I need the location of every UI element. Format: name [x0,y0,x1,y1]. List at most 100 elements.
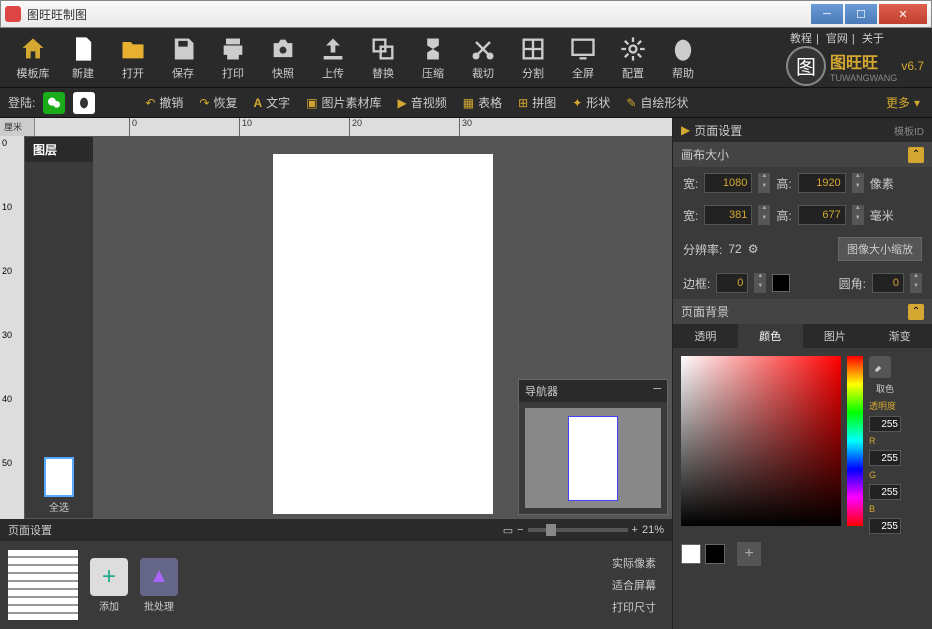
height-px-spinner[interactable]: ▲▼ [852,173,864,193]
shape-button[interactable]: ✦形状 [568,94,614,111]
draw-shape-button[interactable]: ✎自绘形状 [622,94,692,111]
redo-button[interactable]: ↷恢复 [195,94,241,111]
fit-screen-button[interactable]: 适合屏幕 [612,577,656,593]
tab-gradient[interactable]: 渐变 [867,324,932,348]
replace-button[interactable]: 替换 [358,35,408,81]
height-px-input[interactable] [798,173,846,193]
tab-color[interactable]: 颜色 [738,324,803,348]
navigator-viewport[interactable] [525,408,661,508]
canvas[interactable] [273,154,493,514]
about-link[interactable]: 关于 [862,33,884,45]
compress-button[interactable]: 压缩 [408,35,458,81]
chevron-right-icon: ▶ [681,123,690,137]
zoom-out-button[interactable]: ▭ [503,524,513,537]
qq-login-button[interactable] [73,92,95,114]
width-px-spinner[interactable]: ▲▼ [758,173,770,193]
av-button[interactable]: ▶音视频 [394,94,451,111]
zoom-value: 21% [642,524,664,536]
border-spinner[interactable]: ▲▼ [754,273,766,293]
border-color-swatch[interactable] [772,274,790,292]
help-button[interactable]: 帮助 [658,35,708,81]
radius-input[interactable] [872,273,904,293]
text-tool-button[interactable]: A文字 [250,94,295,111]
close-button[interactable]: ✕ [879,4,927,24]
vertical-ruler: 0 10 20 30 40 50 [0,136,24,519]
brand-version: v6.7 [901,59,924,73]
r-input[interactable] [869,450,901,466]
brand-name: 图旺旺 [830,49,897,73]
fullscreen-button[interactable]: 全屏 [558,35,608,81]
puzzle-button[interactable]: ⊞拼图 [514,94,560,111]
height-mm-input[interactable] [798,205,846,225]
tab-image[interactable]: 图片 [803,324,868,348]
layers-header: 图层 [25,137,93,162]
image-library-button[interactable]: ▣图片素材库 [302,94,385,111]
file-icon [69,35,97,63]
template-library-button[interactable]: 模板库 [8,35,58,81]
layer-thumbnail[interactable] [44,457,74,497]
eyedropper-button[interactable] [869,356,891,378]
snapshot-button[interactable]: 快照 [258,35,308,81]
navigator-close-button[interactable]: ─ [653,383,661,399]
batch-icon: ▲ [140,558,178,596]
color-field[interactable] [681,356,841,526]
status-label: 页面设置 [8,522,52,538]
add-swatch-button[interactable]: + [737,542,761,566]
template-id-label[interactable]: 模板ID [894,123,924,138]
dpi-value: 72 [728,242,741,256]
layers-body [25,162,93,493]
print-button[interactable]: 打印 [208,35,258,81]
penguin-icon [669,35,697,63]
add-page-button[interactable]: + 添加 [90,558,128,613]
width-mm-input[interactable] [704,205,752,225]
swatch-black[interactable] [705,544,725,564]
config-button[interactable]: 配置 [608,35,658,81]
window-titlebar: 图旺旺制图 ─ ☐ ✕ [0,0,932,28]
batch-button[interactable]: ▲ 批处理 [140,558,178,613]
resize-image-button[interactable]: 图像大小缩放 [838,237,922,261]
save-button[interactable]: 保存 [158,35,208,81]
split-button[interactable]: 分割 [508,35,558,81]
more-button[interactable]: 更多▾ [882,94,924,111]
undo-button[interactable]: ↶撤销 [141,94,187,111]
zoom-slider[interactable] [528,528,628,532]
table-button[interactable]: ▦表格 [459,94,506,111]
open-button[interactable]: 打开 [108,35,158,81]
width-px-input[interactable] [704,173,752,193]
monitor-icon [569,35,597,63]
collapse-button[interactable]: ⌃ [908,147,924,163]
radius-spinner[interactable]: ▲▼ [910,273,922,293]
upload-button[interactable]: 上传 [308,35,358,81]
gear-icon[interactable]: ⚙ [748,242,759,256]
color-swatches: + [673,542,932,574]
minimize-button[interactable]: ─ [811,4,843,24]
brand-links: 教程| 官网| 关于 [786,30,924,46]
select-all-button[interactable]: 全选 [29,499,89,514]
tutorial-link[interactable]: 教程 [790,33,812,45]
print-icon [219,35,247,63]
b-input[interactable] [869,518,901,534]
navigator-rect[interactable] [568,416,618,501]
g-input[interactable] [869,484,901,500]
border-input[interactable] [716,273,748,293]
plus-icon: + [90,558,128,596]
hue-slider[interactable] [847,356,863,526]
width-mm-spinner[interactable]: ▲▼ [758,205,770,225]
actual-pixels-button[interactable]: 实际像素 [612,555,656,571]
wechat-login-button[interactable] [43,92,65,114]
replace-icon [369,35,397,63]
home-icon [19,35,47,63]
crop-button[interactable]: 裁切 [458,35,508,81]
height-mm-spinner[interactable]: ▲▼ [852,205,864,225]
swatch-white[interactable] [681,544,701,564]
print-size-button[interactable]: 打印尺寸 [612,599,656,615]
page-thumbnail[interactable] [8,550,78,620]
opacity-input[interactable] [869,416,901,432]
tab-transparent[interactable]: 透明 [673,324,738,348]
zoom-plus-button[interactable]: + [632,524,638,536]
maximize-button[interactable]: ☐ [845,4,877,24]
official-link[interactable]: 官网 [826,33,848,45]
zoom-minus-button[interactable]: − [517,524,523,536]
collapse-bg-button[interactable]: ⌃ [908,304,924,320]
new-button[interactable]: 新建 [58,35,108,81]
